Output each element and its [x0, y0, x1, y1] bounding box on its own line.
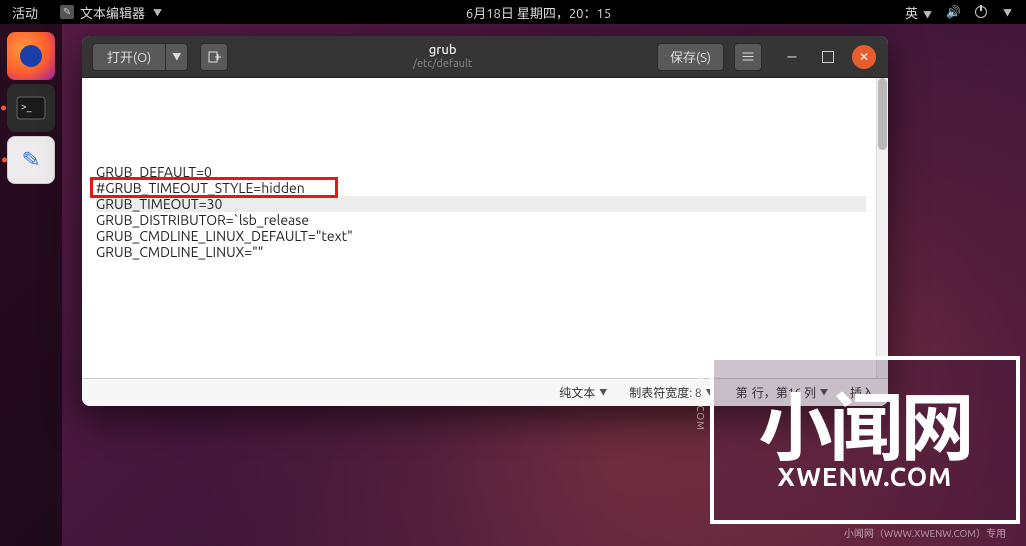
- watermark-url: XWENW.COM: [778, 462, 953, 491]
- scrollbar-thumb[interactable]: [878, 78, 887, 150]
- editor-line[interactable]: GRUB_DISTRIBUTOR=`lsb_release: [96, 212, 866, 228]
- activities-button[interactable]: 活动: [0, 3, 50, 22]
- vertical-scrollbar[interactable]: [876, 78, 888, 378]
- window-headerbar: 打开(O) ▼ grub /etc/default 保存(S) ≡ –: [82, 36, 888, 78]
- hamburger-menu-button[interactable]: ≡: [734, 43, 762, 71]
- maximize-button[interactable]: [816, 45, 840, 69]
- minimize-button[interactable]: –: [780, 45, 804, 69]
- text-content[interactable]: GRUB_DEFAULT=0#GRUB_TIMEOUT_STYLE=hidden…: [82, 78, 876, 378]
- volume-icon[interactable]: [946, 5, 961, 19]
- syntax-label: 纯文本: [559, 384, 595, 401]
- clock[interactable]: 6月18日 星期四，20：15: [172, 3, 905, 22]
- text-editor-icon: [60, 5, 74, 19]
- syntax-selector[interactable]: 纯文本 ▼: [559, 384, 607, 401]
- svg-text:>_: >_: [21, 101, 32, 112]
- watermark: 小闻网 XWENW.COM: [710, 356, 1020, 524]
- window-title: grub /etc/default: [228, 43, 657, 69]
- dock-app-firefox[interactable]: [7, 32, 55, 80]
- window-controls: –: [762, 45, 888, 69]
- new-document-icon: [207, 50, 221, 64]
- dock-app-terminal[interactable]: >_: [7, 84, 55, 132]
- editor-line[interactable]: [96, 100, 866, 116]
- editor-line[interactable]: GRUB_CMDLINE_LINUX_DEFAULT="text": [96, 228, 866, 244]
- app-menu[interactable]: 文本编辑器 ▼: [50, 3, 172, 22]
- editor-line[interactable]: [96, 116, 866, 132]
- editor-area[interactable]: GRUB_DEFAULT=0#GRUB_TIMEOUT_STYLE=hidden…: [82, 78, 888, 378]
- running-indicator-icon: [2, 158, 7, 163]
- filepath-label: /etc/default: [228, 58, 657, 70]
- open-button[interactable]: 打开(O): [92, 43, 166, 71]
- top-panel: 活动 文本编辑器 ▼ 6月18日 星期四，20：15 英 ▼ ▼: [0, 0, 1026, 24]
- editor-line[interactable]: GRUB_CMDLINE_LINUX="": [96, 244, 866, 260]
- editor-line[interactable]: GRUB_DEFAULT=0: [96, 164, 866, 180]
- editor-line[interactable]: [96, 84, 866, 100]
- dock-app-text-editor[interactable]: [7, 136, 55, 184]
- close-button[interactable]: [852, 45, 876, 69]
- editor-line[interactable]: [96, 148, 866, 164]
- open-button-group: 打开(O) ▼: [92, 43, 188, 71]
- filename-label: grub: [228, 43, 657, 57]
- power-icon[interactable]: [975, 6, 987, 18]
- open-dropdown[interactable]: ▼: [166, 43, 188, 71]
- watermark-footer: 小闻网（WWW.XWENW.COM）专用: [844, 525, 1006, 540]
- text-editor-window: 打开(O) ▼ grub /etc/default 保存(S) ≡ – GRUB…: [82, 36, 888, 406]
- dock: >_: [0, 24, 62, 546]
- chevron-down-icon: ▼: [1003, 6, 1012, 19]
- new-tab-button[interactable]: [200, 43, 228, 71]
- editor-line[interactable]: [96, 132, 866, 148]
- editor-line[interactable]: #GRUB_TIMEOUT_STYLE=hidden: [96, 180, 866, 196]
- chevron-down-icon: ▼: [923, 10, 932, 20]
- app-menu-label: 文本编辑器: [80, 3, 145, 22]
- hamburger-icon: ≡: [740, 46, 755, 67]
- chevron-down-icon: ▼: [599, 387, 607, 398]
- tab-width-label: 制表符宽度: 8: [629, 384, 701, 401]
- save-button[interactable]: 保存(S): [657, 43, 724, 71]
- watermark-big: 小闻网: [759, 390, 972, 464]
- editor-line[interactable]: GRUB_TIMEOUT=30: [96, 196, 866, 212]
- running-indicator-icon: [1, 106, 6, 111]
- ime-label: 英: [905, 7, 918, 21]
- chevron-down-icon: ▼: [153, 6, 162, 19]
- watermark-side: XWENW.COM: [695, 360, 706, 431]
- ime-indicator[interactable]: 英 ▼: [905, 3, 932, 22]
